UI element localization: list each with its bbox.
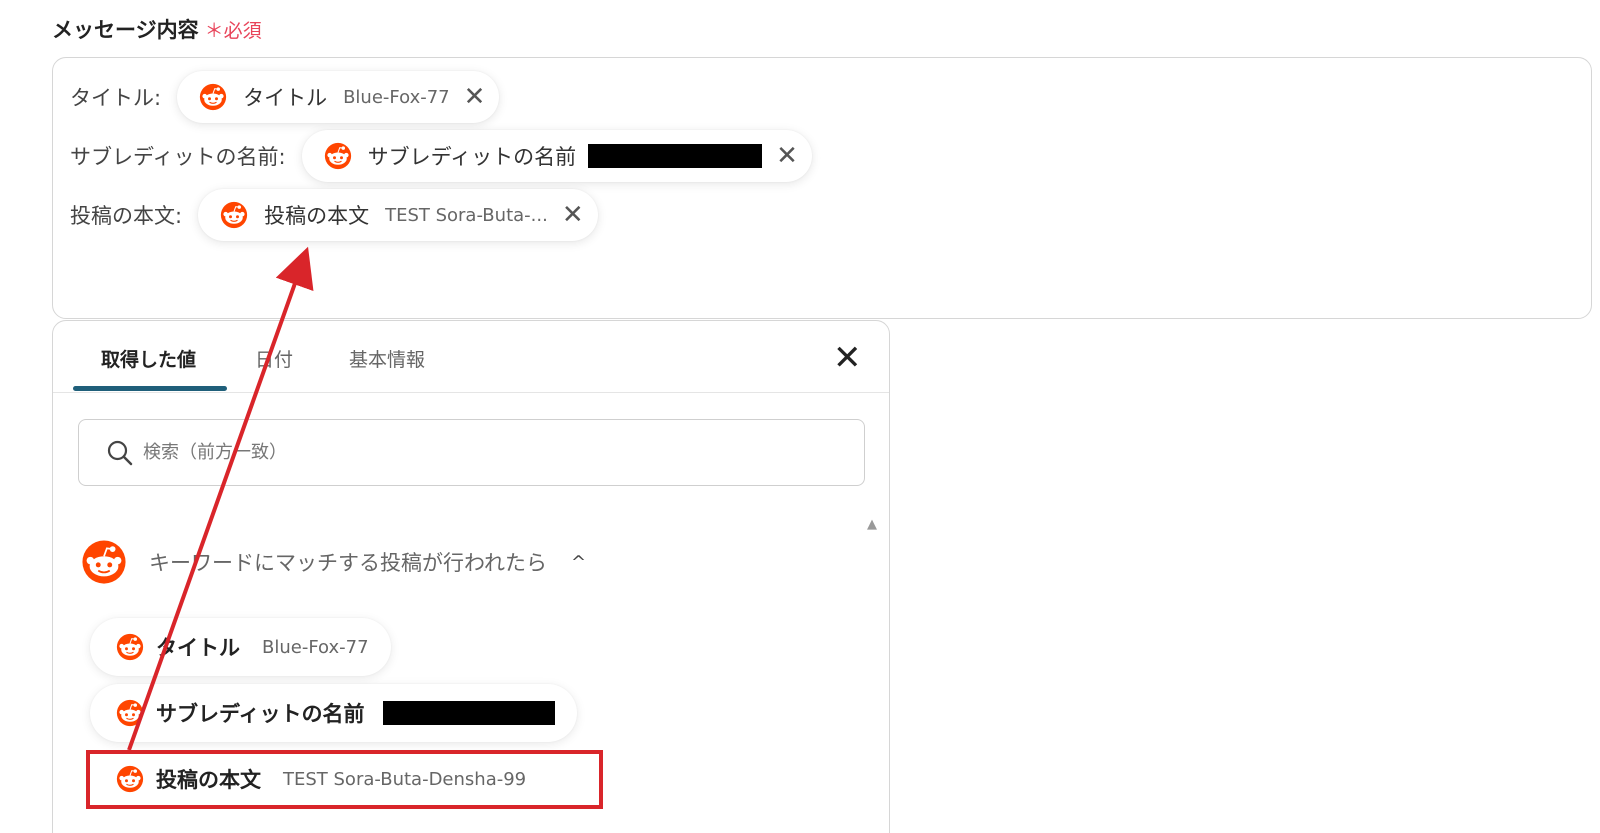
editor-row-body: 投稿の本文: 投稿の本文 TEST Sora-Buta-... ✕ — [70, 189, 598, 241]
pill-name: サブレディットの名前 — [367, 145, 577, 169]
editor-row-subreddit: サブレディットの名前: サブレディットの名前 ✕ — [70, 130, 812, 182]
close-icon[interactable]: ✕ — [562, 202, 584, 228]
trigger-group-header[interactable]: キーワードにマッチする投稿が行われたら ^ — [81, 539, 586, 585]
reddit-logo-icon — [116, 633, 144, 661]
annotation-highlight-box — [86, 750, 603, 809]
reddit-logo-icon — [324, 142, 352, 170]
variable-pill-title[interactable]: タイトル Blue-Fox-77 ✕ — [177, 71, 500, 123]
pill-value: Blue-Fox-77 — [343, 86, 450, 108]
row-label: タイトル: — [70, 86, 162, 110]
tab-acquired-values[interactable]: 取得した値 — [101, 345, 196, 372]
item-name: タイトル — [156, 636, 240, 660]
chevron-up-icon[interactable]: ^ — [571, 552, 586, 573]
group-title: キーワードにマッチする投稿が行われたら — [149, 551, 547, 575]
tab-date[interactable]: 日付 — [255, 345, 293, 372]
tab-bar: 取得した値 日付 基本情報 ✕ — [53, 321, 889, 393]
tab-basic-info[interactable]: 基本情報 — [349, 345, 425, 372]
required-badge: ＊必須 — [205, 20, 262, 42]
message-field-label: メッセージ内容 ＊必須 — [52, 14, 262, 44]
item-name: サブレディットの名前 — [156, 702, 365, 726]
close-icon[interactable]: ✕ — [464, 84, 486, 110]
editor-row-title: タイトル: タイトル Blue-Fox-77 ✕ — [70, 71, 500, 123]
variable-pill-subreddit[interactable]: サブレディットの名前 ✕ — [301, 130, 812, 182]
row-label: 投稿の本文: — [70, 204, 183, 228]
reddit-logo-icon — [81, 539, 127, 585]
item-value: Blue-Fox-77 — [262, 636, 369, 658]
redacted-value — [588, 144, 763, 168]
required-mark: ＊ — [204, 20, 224, 42]
reddit-logo-icon — [116, 699, 144, 727]
pill-name: タイトル — [243, 86, 328, 110]
reddit-logo-icon — [199, 83, 227, 111]
variable-pill-body[interactable]: 投稿の本文 TEST Sora-Buta-... ✕ — [198, 189, 598, 241]
value-item-subreddit[interactable]: サブレディットの名前 — [90, 684, 577, 742]
search-box — [78, 419, 865, 486]
pill-name: 投稿の本文 — [264, 204, 370, 228]
value-item-title[interactable]: タイトル Blue-Fox-77 — [90, 618, 391, 676]
search-input[interactable] — [143, 442, 743, 463]
row-label: サブレディットの名前: — [70, 145, 286, 169]
close-icon[interactable]: ✕ — [833, 341, 862, 375]
search-icon — [107, 440, 133, 465]
message-editor[interactable]: タイトル: タイトル Blue-Fox-77 ✕ サブレディットの名前: サブレ… — [52, 57, 1592, 319]
scroll-up-arrow[interactable]: ▲ — [867, 517, 877, 532]
field-label-text: メッセージ内容 — [52, 18, 199, 42]
active-tab-indicator — [73, 386, 227, 391]
required-text: 必須 — [223, 20, 262, 42]
pill-value: TEST Sora-Buta-... — [385, 204, 548, 226]
close-icon[interactable]: ✕ — [776, 143, 798, 169]
redacted-value — [382, 701, 555, 725]
reddit-logo-icon — [220, 201, 248, 229]
